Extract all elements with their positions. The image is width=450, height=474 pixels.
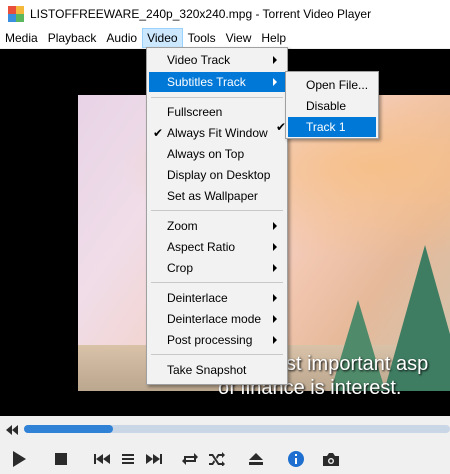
menu-item-disable[interactable]: Disable [288,96,376,116]
seek-row [0,416,450,443]
menu-item-deinterlace-mode[interactable]: Deinterlace mode [149,309,285,329]
menu-item-zoom[interactable]: Zoom [149,216,285,236]
menu-item-label: Zoom [167,219,198,233]
previous-icon[interactable] [93,450,111,468]
menu-item-label: Take Snapshot [167,363,247,377]
play-icon[interactable] [10,450,28,468]
menu-item-label: Always Fit Window [167,126,268,140]
submenu-arrow-icon [273,336,277,344]
submenu-arrow-icon [273,315,277,323]
menu-bar: Media Playback Audio Video Tools View He… [0,27,450,49]
seek-progress [24,425,114,433]
submenu-arrow-icon [273,56,277,64]
menu-item-label: Deinterlace [167,291,228,305]
menu-media[interactable]: Media [0,28,43,48]
menu-item-open-file[interactable]: Open File... [288,75,376,95]
playback-controls [0,443,450,474]
menu-item-always-fit-window[interactable]: ✔ Always Fit Window [149,123,285,143]
next-icon[interactable] [145,450,163,468]
info-icon[interactable] [287,450,305,468]
repeat-icon[interactable] [181,450,199,468]
menu-item-always-on-top[interactable]: Always on Top [149,144,285,164]
submenu-arrow-icon [273,294,277,302]
menu-video[interactable]: Video [142,27,183,48]
submenu-arrow-icon [273,222,277,230]
menu-audio[interactable]: Audio [101,28,142,48]
submenu-arrow-icon [273,243,277,251]
menu-view[interactable]: View [221,28,257,48]
menu-item-label: Set as Wallpaper [167,189,258,203]
rewind-icon[interactable] [4,422,20,438]
menu-help[interactable]: Help [256,28,291,48]
menu-item-aspect-ratio[interactable]: Aspect Ratio [149,237,285,257]
menu-item-set-as-wallpaper[interactable]: Set as Wallpaper [149,186,285,206]
menu-item-post-processing[interactable]: Post processing [149,330,285,350]
window-title: LISTOFFREEWARE_240p_320x240.mpg - Torren… [30,6,372,21]
menu-item-crop[interactable]: Crop [149,258,285,278]
menu-separator [151,97,283,98]
menu-item-label: Subtitles Track [167,75,246,89]
stop-icon[interactable] [52,450,70,468]
checkmark-icon: ✔ [153,126,164,140]
menu-item-label: Crop [167,261,194,275]
snapshot-icon[interactable] [322,450,340,468]
menu-item-display-on-desktop[interactable]: Display on Desktop [149,165,285,185]
menu-item-label: Track 1 [306,120,346,134]
menu-item-track-1[interactable]: ✔ Track 1 [276,117,376,137]
video-menu: Video Track Subtitles Track Fullscreen ✔… [146,47,288,385]
playlist-icon[interactable] [119,450,137,468]
menu-item-subtitles-track[interactable]: Subtitles Track [149,72,285,92]
menu-separator [151,210,283,211]
menu-item-take-snapshot[interactable]: Take Snapshot [149,360,285,380]
menu-separator [151,282,283,283]
menu-item-label: Fullscreen [167,105,223,119]
menu-item-label: Open File... [306,78,369,92]
menu-separator [151,354,283,355]
menu-playback[interactable]: Playback [43,28,102,48]
menu-item-label: Display on Desktop [167,168,271,182]
menu-item-video-track[interactable]: Video Track [149,50,285,70]
menu-item-label: Deinterlace mode [167,312,262,326]
menu-item-fullscreen[interactable]: Fullscreen [149,102,285,122]
title-bar: LISTOFFREEWARE_240p_320x240.mpg - Torren… [0,0,450,27]
checkmark-icon: ✔ [276,120,287,134]
submenu-arrow-icon [273,264,277,272]
shuffle-icon[interactable] [208,450,226,468]
app-logo-icon [8,5,24,22]
submenu-arrow-icon [273,78,277,86]
menu-tools[interactable]: Tools [183,28,221,48]
subtitles-submenu: Open File... Disable ✔ Track 1 [276,71,379,139]
menu-item-label: Video Track [167,53,231,67]
eject-icon[interactable] [247,450,265,468]
menu-item-label: Aspect Ratio [167,240,236,254]
menu-item-label: Always on Top [167,147,245,161]
seek-bar[interactable] [24,425,450,433]
menu-item-label: Disable [306,99,347,113]
menu-item-deinterlace[interactable]: Deinterlace [149,288,285,308]
menu-item-label: Post processing [167,333,253,347]
